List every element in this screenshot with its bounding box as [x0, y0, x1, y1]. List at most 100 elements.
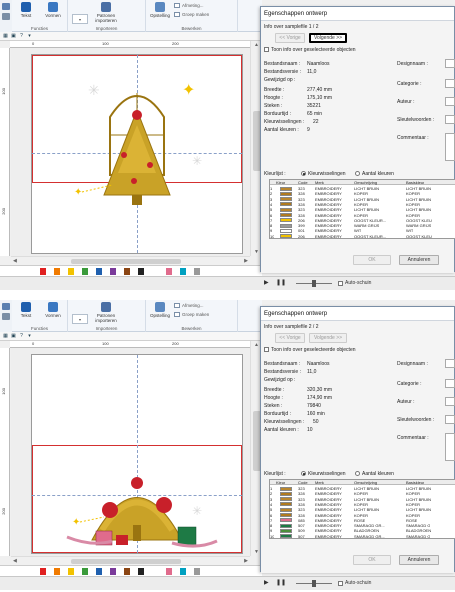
scroll-up-icon[interactable]: ▲ [254, 42, 259, 48]
autoscroll-checkbox[interactable] [338, 281, 343, 286]
horizontal-scroll-thumb[interactable] [71, 259, 181, 264]
table-row[interactable]: 2 328 EMBROIDERY KOPER KOPER [270, 491, 455, 496]
palette-color-swatch[interactable] [68, 268, 74, 275]
layout-button[interactable]: Opstelling [148, 302, 172, 318]
view-dropdown-icon[interactable]: ▾ [26, 33, 33, 40]
import-dropdown[interactable]: ▾ [72, 314, 88, 324]
text-button[interactable]: Tekst [14, 2, 38, 18]
table-row[interactable]: 8 399 EMBROIDERY WARM GRIJS WARM GRIJS [270, 223, 455, 228]
palette-color-swatch[interactable] [110, 268, 116, 275]
color-count-radio[interactable] [355, 171, 360, 176]
category-input[interactable] [445, 79, 455, 88]
play-icon[interactable]: ▶ [264, 279, 269, 286]
horizontal-scrollbar[interactable]: ◀ ▶ [11, 256, 250, 265]
design-canvas[interactable]: ✦ ✦ ✳ ✳ [11, 48, 250, 256]
palette-color-swatch[interactable] [138, 268, 144, 275]
palette-color-swatch[interactable] [124, 268, 130, 275]
embroidery-design-artwork[interactable]: ✦ ✦ ✳ ✳ [32, 55, 242, 253]
scroll-down-icon[interactable]: ▼ [254, 549, 259, 555]
table-row[interactable]: 5 323 EMBROIDERY LICHT BRUIN LICHT BRUIN [270, 507, 455, 512]
patterns-import-button[interactable]: Patronen importeren [92, 2, 120, 23]
table-row[interactable]: 9 001 EMBROIDERY WIT WIT [270, 228, 455, 233]
view-dropdown-icon[interactable]: ▾ [26, 333, 33, 340]
shapes-button[interactable]: Vormen [40, 302, 66, 318]
import-dropdown[interactable]: ▾ [72, 14, 88, 24]
table-row[interactable]: 3 323 EMBROIDERY LICHT BRUIN LICHT BRUIN [270, 197, 455, 202]
next-button[interactable]: Volgende >> [309, 33, 347, 43]
delete-tool-icon[interactable] [2, 313, 10, 320]
scroll-right-icon[interactable]: ▶ [244, 258, 248, 264]
keywords-input[interactable] [445, 415, 455, 424]
design-name-input[interactable] [445, 59, 455, 68]
palette-color-swatch[interactable] [82, 568, 88, 575]
author-input[interactable] [445, 397, 455, 406]
embroidery-design-artwork[interactable]: ✦✳ [32, 355, 242, 553]
delete-tool-icon[interactable] [2, 13, 10, 20]
selected-objects-checkbox[interactable] [264, 47, 269, 52]
palette-color-swatch[interactable] [194, 268, 200, 275]
table-row[interactable]: 8 507 EMBROIDERY SMARAGD GR... SMARAGD G [270, 523, 455, 528]
shapes-button[interactable]: Vormen [40, 2, 66, 18]
palette-color-swatch[interactable] [180, 268, 186, 275]
table-row[interactable]: 2 328 EMBROIDERY KOPER KOPER [270, 191, 455, 196]
previous-button[interactable]: << Vorige [275, 33, 305, 43]
comments-input[interactable] [445, 133, 455, 161]
table-row[interactable]: 7 206 EMBROIDERY OOGST KLEUR... OOGST KLEU [270, 218, 455, 223]
size-button[interactable]: Afmeting... [174, 3, 204, 9]
palette-color-swatch[interactable] [152, 268, 158, 275]
help-icon[interactable]: ? [18, 333, 25, 340]
color-count-radio[interactable] [355, 471, 360, 476]
table-row[interactable]: 1 323 EMBROIDERY LICHT BRUIN LICHT BRUIN [270, 486, 455, 491]
palette-color-swatch[interactable] [40, 268, 46, 275]
pause-icon[interactable]: ❚❚ [276, 279, 286, 286]
layout-button[interactable]: Opstelling [148, 2, 172, 18]
pause-icon[interactable]: ❚❚ [276, 579, 286, 586]
table-row[interactable]: 9 509 EMBROIDERY BLADGROEN BLADGROEN [270, 528, 455, 533]
table-row[interactable]: 6 328 EMBROIDERY KOPER KOPER [270, 513, 455, 518]
scroll-down-icon[interactable]: ▼ [254, 249, 259, 255]
palette-color-swatch[interactable] [138, 568, 144, 575]
horizontal-scroll-thumb[interactable] [71, 559, 181, 564]
palette-color-swatch[interactable] [180, 568, 186, 575]
palette-color-swatch[interactable] [152, 568, 158, 575]
table-row[interactable]: 5 323 EMBROIDERY LICHT BRUIN LICHT BRUIN [270, 207, 455, 212]
text-button[interactable]: Tekst [14, 302, 38, 318]
previous-button[interactable]: << Vorige [275, 333, 305, 343]
color-table[interactable]: Kleur Code Merk Omschrijving Basiskleur … [269, 179, 455, 239]
cancel-button[interactable]: Annuleren [399, 555, 439, 565]
patterns-import-button[interactable]: Patronen importeren [92, 302, 120, 323]
table-row[interactable]: 10 507 EMBROIDERY SMARAGD GR... SMARAGD G [270, 534, 455, 538]
play-icon[interactable]: ▶ [264, 579, 269, 586]
palette-color-swatch[interactable] [40, 568, 46, 575]
zoom-slider-knob[interactable] [312, 280, 316, 287]
scroll-right-icon[interactable]: ▶ [244, 558, 248, 564]
cancel-button[interactable]: Annuleren [399, 255, 439, 265]
help-icon[interactable]: ? [18, 33, 25, 40]
table-row[interactable]: 6 328 EMBROIDERY KOPER KOPER [270, 213, 455, 218]
ok-button[interactable]: OK [353, 555, 391, 565]
palette-color-swatch[interactable] [110, 568, 116, 575]
selected-objects-checkbox[interactable] [264, 347, 269, 352]
table-row[interactable]: 4 328 EMBROIDERY KOPER KOPER [270, 202, 455, 207]
keywords-input[interactable] [445, 115, 455, 124]
scroll-up-icon[interactable]: ▲ [254, 342, 259, 348]
select-tool-icon[interactable] [2, 303, 10, 310]
horizontal-scrollbar[interactable]: ◀ ▶ [11, 556, 250, 565]
autoscroll-checkbox[interactable] [338, 581, 343, 586]
next-button[interactable]: Volgende >> [309, 333, 347, 343]
scroll-left-icon[interactable]: ◀ [13, 258, 17, 264]
zoom-icon[interactable]: ▣ [10, 333, 17, 340]
design-name-input[interactable] [445, 359, 455, 368]
palette-color-swatch[interactable] [54, 568, 60, 575]
table-row[interactable]: 10 206 EMBROIDERY OOGST KLEUR... OOGST KLEU [270, 234, 455, 238]
zoom-icon[interactable]: ▣ [10, 33, 17, 40]
palette-color-swatch[interactable] [68, 568, 74, 575]
palette-color-swatch[interactable] [166, 268, 172, 275]
design-canvas[interactable]: ✦ ✳ [11, 348, 250, 556]
category-input[interactable] [445, 379, 455, 388]
palette-color-swatch[interactable] [194, 568, 200, 575]
palette-color-swatch[interactable] [54, 268, 60, 275]
group-button[interactable]: Groep maken [174, 12, 209, 18]
palette-color-swatch[interactable] [166, 568, 172, 575]
palette-color-swatch[interactable] [124, 568, 130, 575]
